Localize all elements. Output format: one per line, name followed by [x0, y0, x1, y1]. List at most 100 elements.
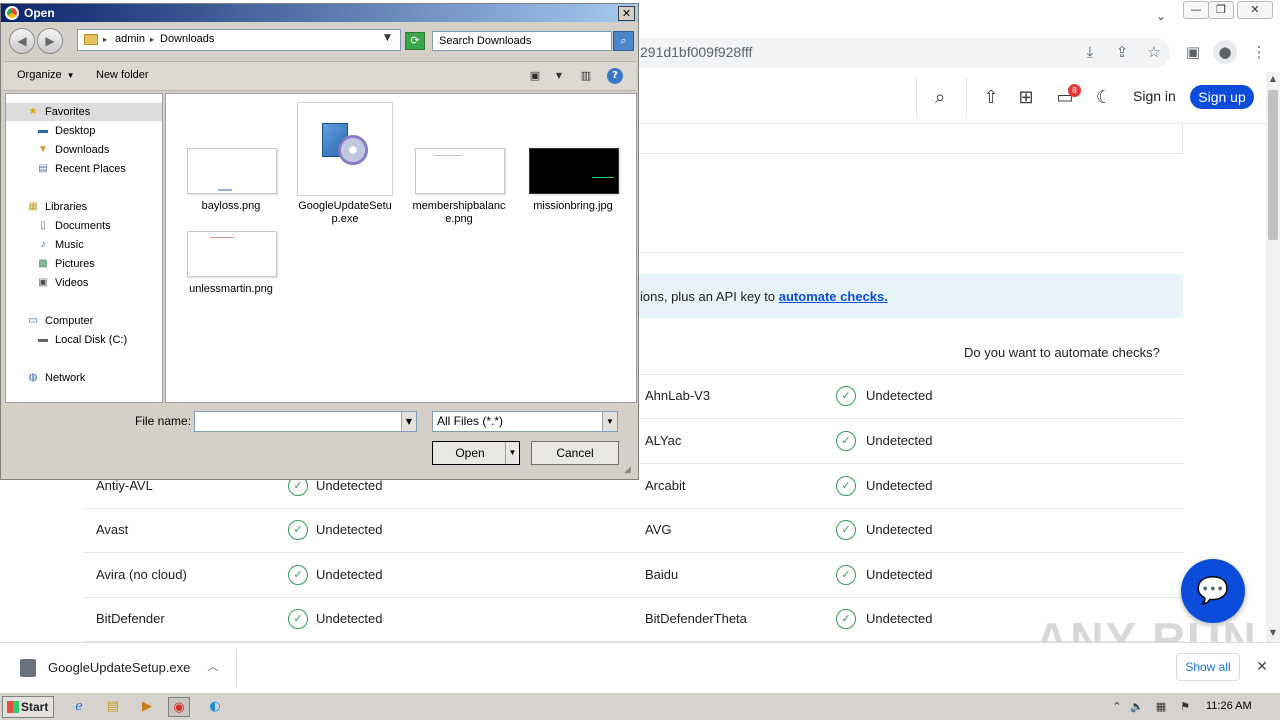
ie-icon[interactable]: ℯ — [68, 697, 90, 717]
caret-down-icon: ▼ — [66, 71, 75, 80]
action-center-flag-icon[interactable]: ⚑ — [1176, 698, 1194, 716]
tab-search-icon[interactable]: ⌄ — [1150, 6, 1172, 26]
show-all-button[interactable]: Show all — [1176, 653, 1240, 681]
open-button[interactable]: Open ▼ — [432, 441, 520, 465]
upload-icon[interactable]: ⇧ — [978, 85, 1004, 111]
image-thumbnail — [529, 148, 619, 194]
nav-label-pictures: Pictures — [55, 258, 95, 270]
view-dropdown-icon[interactable]: ▼ — [550, 67, 568, 85]
check-circle-icon: ✓ — [288, 609, 308, 629]
resize-grip-icon[interactable]: ◢ — [624, 465, 636, 477]
scroll-up-arrow-icon[interactable]: ▲ — [1266, 72, 1280, 86]
star-icon[interactable]: ☆ — [1142, 40, 1166, 64]
sidebar-icon[interactable]: ▣ — [1181, 40, 1205, 64]
download-icon[interactable]: ⤓ — [1078, 40, 1102, 64]
dark-mode-icon[interactable]: ☾ — [1091, 85, 1117, 111]
window-restore-button[interactable]: ❐ — [1208, 1, 1234, 19]
dialog-titlebar[interactable]: Open ✕ — [1, 4, 638, 22]
sign-in-link[interactable]: Sign in — [1133, 88, 1176, 104]
file-item-bayloss[interactable]: bayloss.png — [183, 148, 279, 232]
forward-arrow-icon[interactable]: ▶ — [37, 28, 63, 54]
preview-pane-icon[interactable]: ▥ — [577, 67, 595, 85]
organize-label: Organize — [17, 69, 62, 81]
start-button[interactable]: Start — [2, 696, 54, 718]
profile-icon[interactable]: ● — [1213, 40, 1237, 64]
chevron-up-icon[interactable]: ︿ — [204, 657, 222, 677]
share-icon[interactable]: ⇪ — [1110, 40, 1134, 64]
nav-label-downloads: Downloads — [55, 144, 110, 156]
detection-status: Undetected — [316, 567, 383, 582]
apps-grid-icon[interactable]: ⊞ — [1013, 85, 1039, 111]
tray-expand-icon[interactable]: ⌃ — [1108, 698, 1126, 716]
menu-icon[interactable]: ⋮ — [1247, 40, 1271, 64]
explorer-folder-icon[interactable]: ▤ — [102, 697, 124, 717]
scroll-down-arrow-icon[interactable]: ▼ — [1266, 626, 1280, 640]
sign-up-button[interactable]: Sign up — [1190, 85, 1254, 109]
dialog-address-bar[interactable]: ▸ admin ▸ Downloads ▼ — [77, 29, 401, 51]
dialog-close-icon[interactable]: ✕ — [618, 6, 635, 21]
engine-name: Baidu — [645, 567, 679, 582]
nav-label-network: Network — [45, 372, 86, 384]
image-thumbnail — [415, 148, 505, 194]
network-tray-icon[interactable]: ▦ — [1152, 698, 1170, 716]
nav-item-favorites[interactable]: ★ Favorites — [6, 103, 162, 121]
dialog-file-list: bayloss.png GoogleUpdateSetup.exe member… — [165, 93, 637, 403]
back-arrow-icon[interactable]: ◀ — [9, 28, 35, 54]
nav-label-desktop: Desktop — [55, 125, 96, 137]
download-file-name[interactable]: GoogleUpdateSetup.exe — [48, 660, 190, 675]
dialog-search-input[interactable]: Search Downloads — [432, 31, 612, 51]
search-icon[interactable]: ⌕ — [613, 31, 634, 51]
dropdown-arrow-icon[interactable]: ▼ — [602, 412, 617, 431]
thumbnail-mark — [434, 155, 462, 156]
taskbar-clock[interactable]: 11:26 AM — [1206, 700, 1252, 712]
search-icon[interactable]: ⌕ — [927, 85, 953, 111]
notification-badge: 8 — [1068, 84, 1081, 97]
installer-disc-icon — [338, 135, 368, 165]
dropdown-arrow-icon[interactable]: ▼ — [401, 412, 416, 431]
file-item-googleupdatesetup[interactable]: GoogleUpdateSetup.exe — [297, 102, 393, 232]
nav-label-documents: Documents — [55, 220, 111, 232]
nav-label-local-disk: Local Disk (C:) — [55, 334, 128, 346]
scrollbar-thumb[interactable] — [1268, 90, 1278, 240]
address-dropdown-icon[interactable]: ▼ — [384, 33, 391, 43]
check-circle-icon: ✓ — [288, 520, 308, 540]
file-type-select[interactable]: All Files (*.*) ▼ — [432, 411, 618, 432]
nav-label-music: Music — [55, 239, 84, 251]
new-folder-button[interactable]: New folder — [96, 69, 149, 81]
file-item-unlessmartin[interactable]: unlessmartin.png — [183, 231, 279, 315]
volume-icon[interactable]: 🔈 — [1128, 698, 1146, 716]
refresh-icon[interactable]: ⟳ — [405, 32, 425, 50]
view-options-icon[interactable]: ▣ — [526, 67, 544, 85]
close-icon[interactable]: ✕ — [1252, 657, 1272, 677]
chrome-icon[interactable]: ◉ — [168, 697, 190, 717]
url-text[interactable]: 291d1bf009f928fff — [640, 44, 752, 60]
media-player-icon[interactable]: ▶ — [136, 697, 158, 717]
cancel-button[interactable]: Cancel — [531, 441, 619, 465]
help-icon[interactable]: ? — [607, 68, 623, 84]
automate-checks-question[interactable]: Do you want to automate checks? — [964, 345, 1160, 360]
window-minimize-button[interactable]: — — [1183, 1, 1209, 19]
pictures-icon: ▩ — [38, 258, 48, 269]
detection-row: Avast ✓ Undetected AVG ✓ Undetected — [83, 508, 1183, 553]
open-file-dialog: Open ✕ ◀ ▶ ▸ admin ▸ Downloads ▼ ⟳ Searc… — [0, 3, 639, 480]
dialog-navigation-pane: ★ Favorites ▬ Desktop ▼ Downloads ▤ Rece… — [5, 93, 163, 403]
detection-status: Undetected — [866, 522, 933, 537]
nav-label-videos: Videos — [55, 277, 89, 289]
file-item-missionbring[interactable]: missionbring.jpg — [525, 148, 621, 232]
breadcrumb-downloads[interactable]: Downloads — [160, 33, 214, 45]
breadcrumb-admin[interactable]: admin — [115, 33, 145, 45]
file-item-membershipbalance[interactable]: membershipbalance.png — [411, 148, 507, 232]
window-close-button[interactable]: ✕ — [1237, 1, 1273, 19]
open-split-arrow-icon[interactable]: ▼ — [505, 442, 519, 464]
organize-button[interactable]: Organize ▼ — [17, 69, 75, 81]
breadcrumb-arrow-icon[interactable]: ▸ — [103, 33, 107, 47]
edge-icon[interactable]: ◐ — [204, 697, 226, 717]
file-name-field-label: File name: — [135, 414, 192, 428]
videos-icon: ▣ — [38, 277, 48, 288]
check-circle-icon: ✓ — [836, 520, 856, 540]
engine-name: Avast — [96, 522, 129, 537]
windows-logo-icon — [7, 701, 19, 713]
automate-checks-link[interactable]: automate checks. — [779, 289, 888, 304]
breadcrumb-arrow-icon[interactable]: ▸ — [150, 33, 154, 47]
file-name-input[interactable]: ▼ — [194, 411, 417, 432]
